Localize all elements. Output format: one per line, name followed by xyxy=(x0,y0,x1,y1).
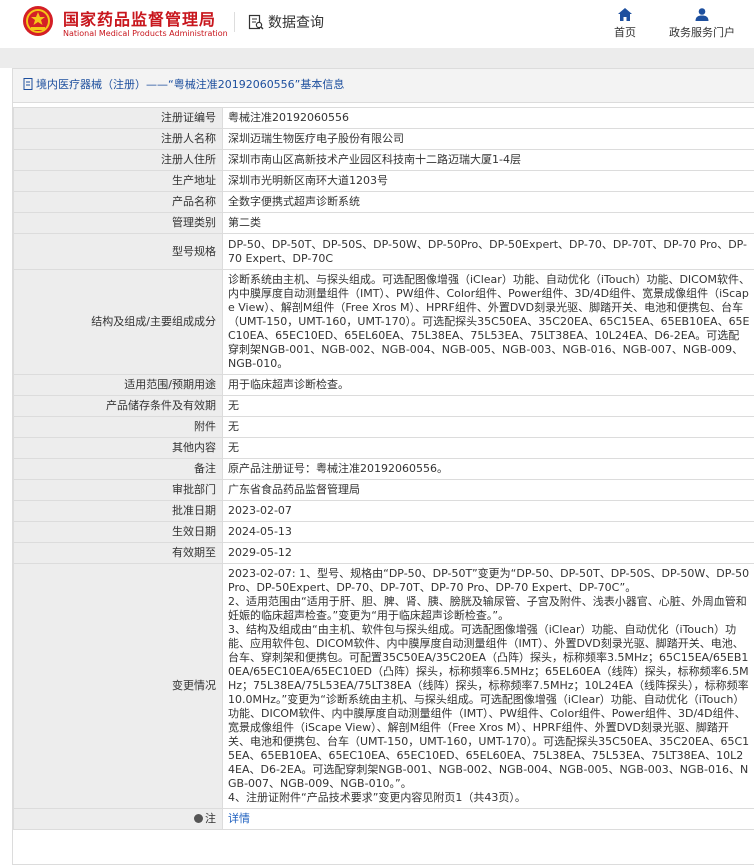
row-label: 管理类别 xyxy=(13,212,223,234)
note-icon xyxy=(194,814,203,823)
breadcrumb-title: “粤械注准20192060556”基本信息 xyxy=(168,78,345,91)
row-label: 其他内容 xyxy=(13,437,223,459)
change-item: 3、结构及组成由“由主机、软件包与探头组成。可选配图像增强（iClear）功能、… xyxy=(228,623,750,790)
row-value: 无 xyxy=(222,395,754,417)
table-row-notes: 注详情 xyxy=(13,808,754,830)
table-row: 产品储存条件及有效期无 xyxy=(13,395,754,417)
row-label: 产品名称 xyxy=(13,191,223,213)
change-history: 2023-02-07: 1、型号、规格由“DP-50、DP-50T”变更为“DP… xyxy=(222,563,754,809)
table-row: 注册人住所 深圳市南山区高新技术产业园区科技南十二路迈瑞大厦1-4层 xyxy=(13,149,754,171)
site-name-cn: 国家药品监督管理局 xyxy=(63,10,217,29)
row-value: 深圳市光明新区南环大道1203号 xyxy=(222,170,754,192)
row-label: 适用范围/预期用途 xyxy=(13,374,223,396)
header-spacer xyxy=(0,48,754,68)
row-label: 审批部门 xyxy=(13,479,223,501)
row-label: 产品储存条件及有效期 xyxy=(13,395,223,417)
row-label: 注册证编号 xyxy=(13,107,223,129)
change-item: 4、注册证附件“产品技术要求”变更内容见附页1（共43页）。 xyxy=(228,791,526,804)
site-name-en: National Medical Products Administration xyxy=(63,29,228,38)
table-row: 适用范围/预期用途 用于临床超声诊断检查。 xyxy=(13,374,754,396)
data-query-title: 数据查询 xyxy=(248,12,324,32)
national-emblem-icon xyxy=(23,6,53,36)
row-value: 2023-02-07 xyxy=(222,500,754,522)
row-label: 变更情况 xyxy=(13,563,223,809)
table-row: 批准日期 2023-02-07 xyxy=(13,500,754,522)
row-value: 2024-05-13 xyxy=(222,521,754,543)
row-value: 诊断系统由主机、与探头组成。可选配图像增强（iClear）功能、自动优化（iTo… xyxy=(222,269,754,375)
table-row: 注册人名称 深圳迈瑞生物医疗电子股份有限公司 xyxy=(13,128,754,150)
row-value: 第二类 xyxy=(222,212,754,234)
row-value: 用于临床超声诊断检查。 xyxy=(222,374,754,396)
notes-value-cell: 详情 xyxy=(222,808,754,830)
row-label: 型号规格 xyxy=(13,233,223,270)
change-item: 2、适用范围由“适用于肝、胆、脾、肾、胰、膀胱及输尿管、子宫及附件、浅表小器官、… xyxy=(228,595,747,622)
table-row: 型号规格 DP-50、DP-50T、DP-50S、DP-50W、DP-50Pro、… xyxy=(13,233,754,270)
table-row: 审批部门 广东省食品药品监督管理局 xyxy=(13,479,754,501)
table-row: 备注 原产品注册证号：粤械注准20192060556。 xyxy=(13,458,754,480)
row-value: 2029-05-12 xyxy=(222,542,754,564)
change-item: 2023-02-07: 1、型号、规格由“DP-50、DP-50T”变更为“DP… xyxy=(228,567,750,594)
row-label: 注册人名称 xyxy=(13,128,223,150)
row-label: 注册人住所 xyxy=(13,149,223,171)
site-header: 国家药品监督管理局 National Medical Products Admi… xyxy=(0,0,754,48)
row-label: 结构及组成/主要组成成分 xyxy=(13,269,223,375)
table-row: 管理类别 第二类 xyxy=(13,212,754,234)
row-label: 备注 xyxy=(13,458,223,480)
breadcrumb: 境内医疗器械（注册）——“粤械注准20192060556”基本信息 xyxy=(13,69,754,103)
home-icon xyxy=(618,8,632,21)
breadcrumb-category-link[interactable]: 境内医疗器械（注册） xyxy=(36,78,146,91)
detail-table: 注册证编号 粤械注准20192060556 注册人名称 深圳迈瑞生物医疗电子股份有限公… xyxy=(13,107,754,830)
nav-gov-service-button[interactable]: 政务服务门户 xyxy=(662,8,742,40)
detail-link[interactable]: 详情 xyxy=(228,812,250,825)
nav-home-label: 首页 xyxy=(614,26,636,39)
breadcrumb-separator: —— xyxy=(146,78,168,91)
row-label: 有效期至 xyxy=(13,542,223,564)
table-row-changes: 变更情况 2023-02-07: 1、型号、规格由“DP-50、DP-50T”变更… xyxy=(13,563,754,809)
table-row: 注册证编号 粤械注准20192060556 xyxy=(13,107,754,129)
nav-gov-service-label: 政务服务门户 xyxy=(669,26,735,39)
document-search-icon xyxy=(248,14,264,30)
document-icon xyxy=(23,78,33,90)
info-panel: 境内医疗器械（注册）——“粤械注准20192060556”基本信息 注册证编号粤… xyxy=(12,68,754,865)
row-value: 粤械注准20192060556 xyxy=(222,107,754,129)
table-row: 其他内容无 xyxy=(13,437,754,459)
table-row: 生效日期 2024-05-13 xyxy=(13,521,754,543)
row-value: 广东省食品药品监督管理局 xyxy=(222,479,754,501)
row-label: 生产地址 xyxy=(13,170,223,192)
header-divider xyxy=(234,12,235,32)
row-label: 批准日期 xyxy=(13,500,223,522)
row-label: 附件 xyxy=(13,416,223,438)
row-value: 无 xyxy=(222,416,754,438)
table-row: 产品名称 全数字便携式超声诊断系统 xyxy=(13,191,754,213)
table-row: 有效期至 2029-05-12 xyxy=(13,542,754,564)
data-query-label: 数据查询 xyxy=(268,15,324,31)
row-value: DP-50、DP-50T、DP-50S、DP-50W、DP-50Pro、DP-5… xyxy=(222,233,754,270)
notes-label: 注 xyxy=(205,812,216,825)
table-row: 生产地址 深圳市光明新区南环大道1203号 xyxy=(13,170,754,192)
row-label: 生效日期 xyxy=(13,521,223,543)
row-value: 深圳市南山区高新技术产业园区科技南十二路迈瑞大厦1-4层 xyxy=(222,149,754,171)
row-value: 无 xyxy=(222,437,754,459)
table-row: 附件无 xyxy=(13,416,754,438)
notes-label-cell: 注 xyxy=(13,808,223,830)
row-value: 原产品注册证号：粤械注准20192060556。 xyxy=(222,458,754,480)
user-icon xyxy=(695,8,709,21)
row-value: 全数字便携式超声诊断系统 xyxy=(222,191,754,213)
row-value: 深圳迈瑞生物医疗电子股份有限公司 xyxy=(222,128,754,150)
nav-home-button[interactable]: 首页 xyxy=(612,8,638,40)
table-row: 结构及组成/主要组成成分 诊断系统由主机、与探头组成。可选配图像增强（iClear… xyxy=(13,269,754,375)
